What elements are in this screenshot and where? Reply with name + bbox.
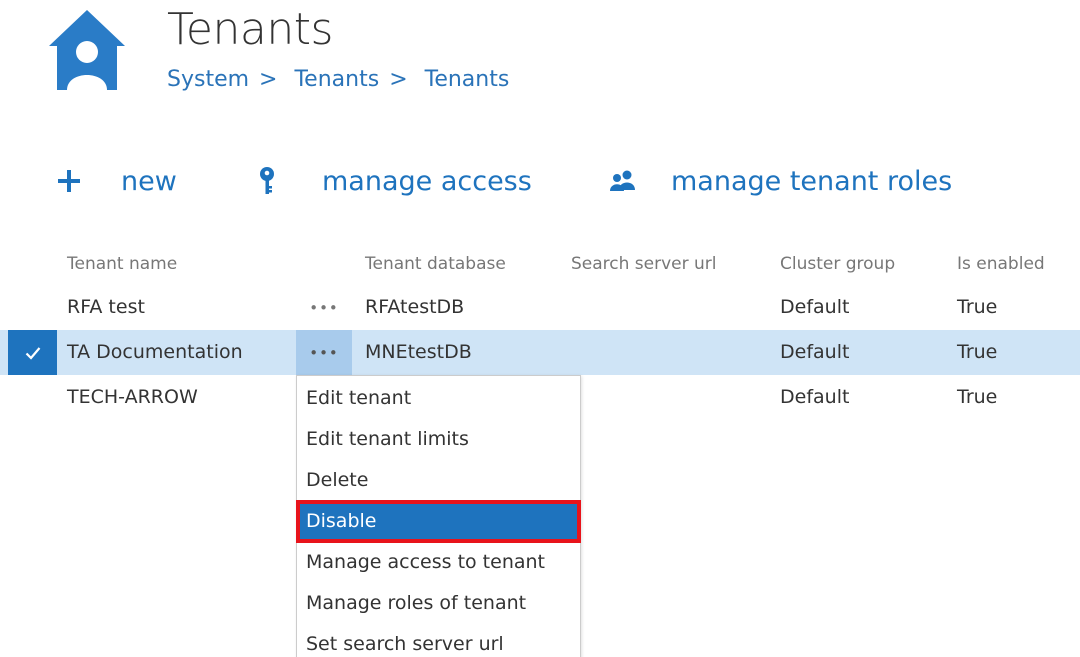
tenant-database-cell: RFAtestDB (365, 296, 465, 318)
context-menu: Edit tenant Edit tenant limits Delete Di… (296, 375, 581, 657)
is-enabled-cell: True (957, 296, 998, 318)
users-icon (608, 169, 638, 193)
menu-item-edit-tenant-limits[interactable]: Edit tenant limits (297, 419, 580, 460)
column-header-is-enabled[interactable]: Is enabled (957, 254, 1045, 274)
cluster-group-cell: Default (780, 341, 850, 363)
new-button[interactable]: new (55, 160, 177, 202)
column-header-tenant-name[interactable]: Tenant name (67, 254, 177, 274)
new-button-label: new (121, 165, 177, 197)
plus-icon (55, 167, 83, 195)
tenant-name-cell: TA Documentation (67, 341, 243, 363)
more-options-icon[interactable]: ••• (296, 285, 352, 330)
menu-item-delete[interactable]: Delete (297, 460, 580, 501)
manage-access-label: manage access (322, 165, 532, 197)
tenants-page: Tenants System > Tenants > Tenants new man… (0, 0, 1080, 657)
menu-item-manage-access-to-tenant[interactable]: Manage access to tenant (297, 542, 580, 583)
manage-access-button[interactable]: manage access (255, 160, 532, 202)
breadcrumb: System > Tenants > Tenants (167, 67, 519, 92)
page-title: Tenants (167, 4, 333, 55)
column-header-cluster-group[interactable]: Cluster group (780, 254, 895, 274)
table-row[interactable]: RFA test ••• RFAtestDB Default True (0, 285, 1080, 330)
row-checkbox[interactable] (8, 330, 57, 375)
key-icon (255, 165, 279, 197)
menu-item-set-search-server-url[interactable]: Set search server url (297, 624, 580, 657)
breadcrumb-item-current: Tenants (424, 67, 510, 92)
menu-item-edit-tenant[interactable]: Edit tenant (297, 378, 580, 419)
is-enabled-cell: True (957, 341, 998, 363)
menu-item-disable[interactable]: Disable (296, 500, 581, 543)
tenant-name-cell: RFA test (67, 296, 145, 318)
breadcrumb-item-tenants[interactable]: Tenants (294, 67, 379, 92)
checkmark-icon (25, 346, 40, 360)
breadcrumb-item-system[interactable]: System (167, 67, 249, 92)
column-header-tenant-database[interactable]: Tenant database (365, 254, 506, 274)
home-user-logo-icon (47, 8, 127, 92)
manage-tenant-roles-button[interactable]: manage tenant roles (608, 160, 952, 202)
breadcrumb-separator: > (389, 67, 408, 92)
is-enabled-cell: True (957, 386, 998, 408)
breadcrumb-separator: > (259, 67, 278, 92)
more-options-icon[interactable]: ••• (296, 330, 352, 375)
menu-item-manage-roles-of-tenant[interactable]: Manage roles of tenant (297, 583, 580, 624)
column-header-search-server-url[interactable]: Search server url (571, 254, 717, 274)
table-row-selected[interactable]: TA Documentation ••• MNEtestDB Default T… (0, 330, 1080, 375)
tenant-database-cell: MNEtestDB (365, 341, 472, 363)
cluster-group-cell: Default (780, 296, 850, 318)
cluster-group-cell: Default (780, 386, 850, 408)
manage-tenant-roles-label: manage tenant roles (671, 165, 953, 197)
tenant-name-cell: TECH-ARROW (67, 386, 198, 408)
